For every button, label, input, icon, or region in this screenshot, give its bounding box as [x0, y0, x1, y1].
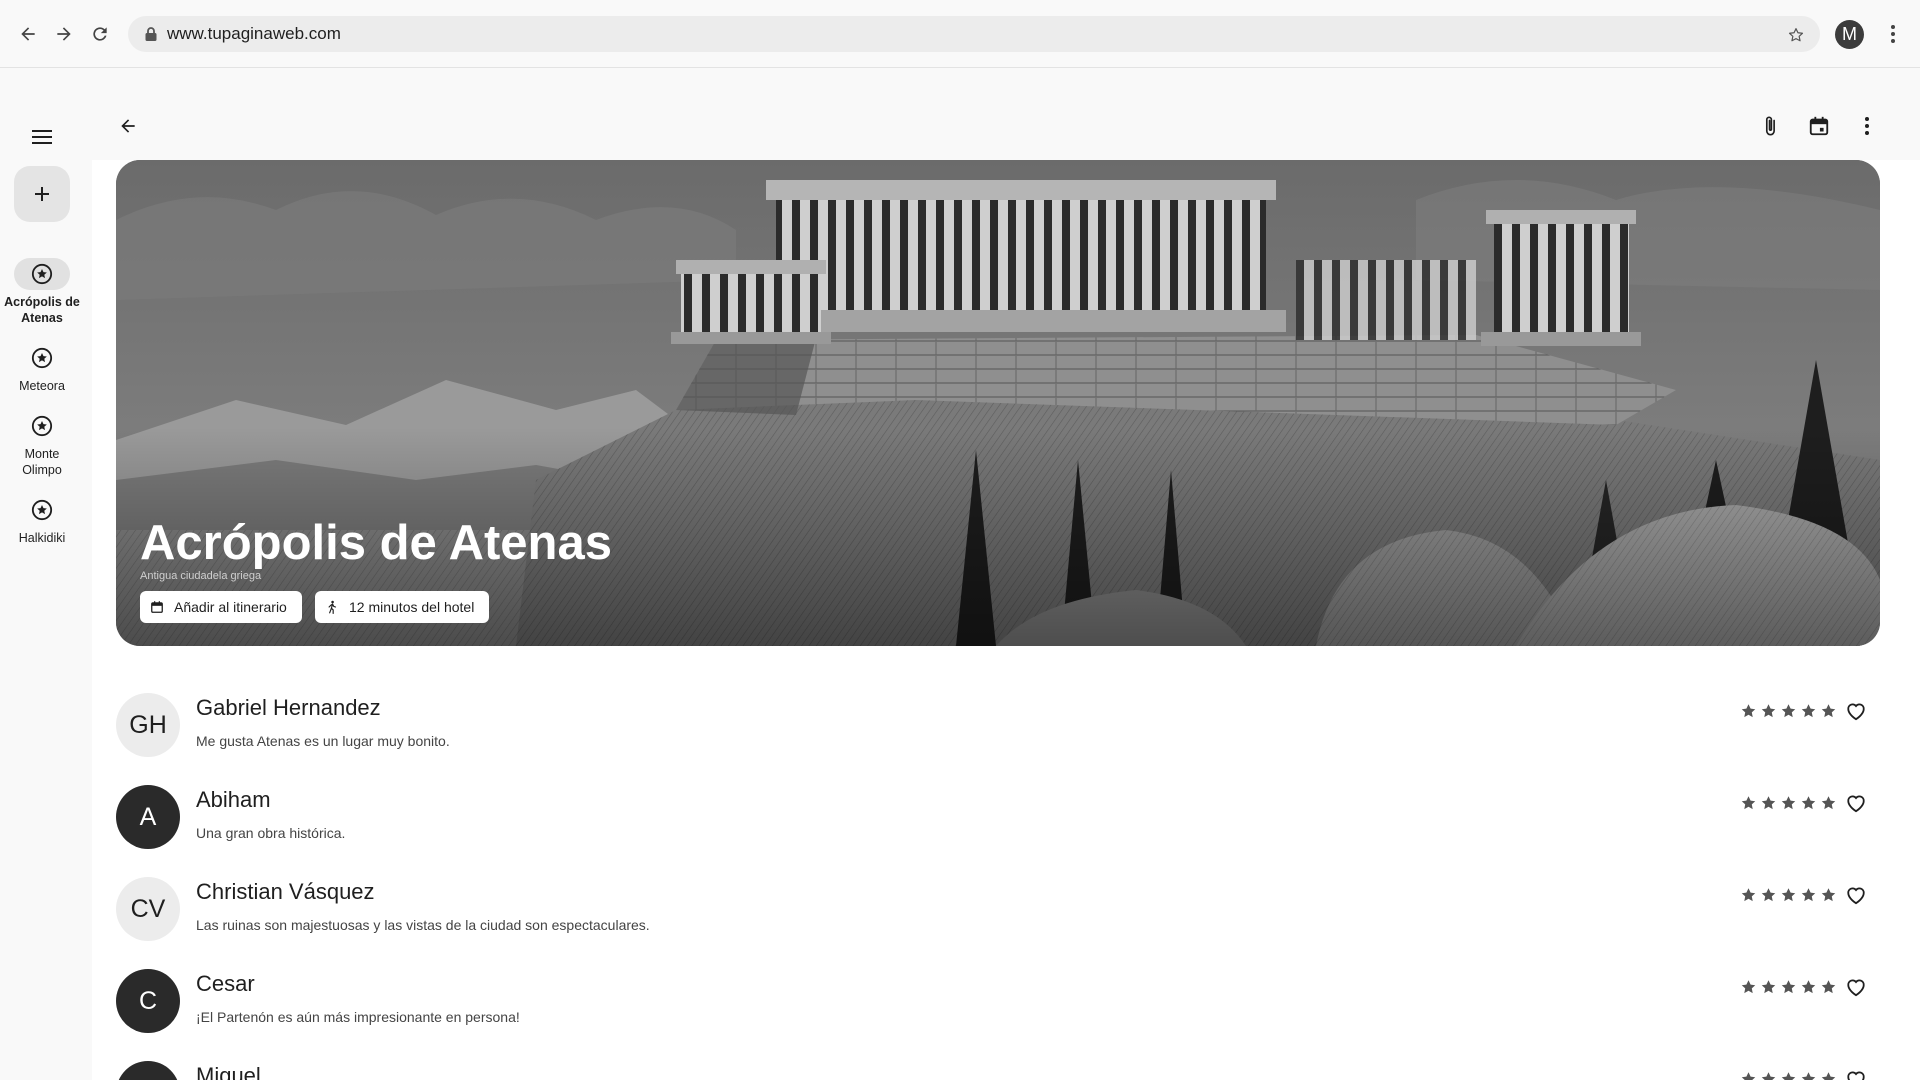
star-icon	[1761, 980, 1776, 994]
attachment-icon[interactable]	[1754, 110, 1786, 142]
star-icon	[1781, 980, 1796, 994]
heart-icon[interactable]	[1842, 973, 1870, 1001]
star-icon	[1741, 888, 1756, 902]
walking-icon	[328, 600, 337, 614]
review-text: Una gran obra histórica.	[196, 825, 346, 841]
rail-item-label: Acrópolis de Atenas	[4, 295, 80, 325]
forward-arrow-icon[interactable]	[48, 18, 80, 50]
review-text: ¡El Partenón es aún más impresionante en…	[196, 1009, 520, 1025]
reload-icon[interactable]	[84, 18, 116, 50]
reviewer-name: Abiham	[196, 787, 271, 812]
review-item[interactable]: C Cesar ¡El Partenón es aún más impresio…	[116, 944, 1880, 1036]
star-icon	[1821, 704, 1836, 718]
rail-item-meteora[interactable]: Meteora	[0, 342, 84, 394]
reviewer-name: Gabriel Hernandez	[196, 695, 381, 720]
chip-label: Añadir al itinerario	[174, 599, 287, 615]
review-text: Me gusta Atenas es un lugar muy bonito.	[196, 733, 450, 749]
avatar	[116, 1061, 180, 1080]
star-icon	[1781, 796, 1796, 810]
acropolis-illustration	[116, 160, 1880, 646]
hamburger-menu-icon[interactable]	[28, 123, 56, 151]
star-icon	[1781, 888, 1796, 902]
star-icon	[1821, 796, 1836, 810]
reviewer-name: Christian Vásquez	[196, 879, 375, 904]
star-circle-icon	[14, 258, 70, 290]
lock-icon	[144, 26, 158, 42]
heart-icon[interactable]	[1842, 789, 1870, 817]
review-item[interactable]: GH Gabriel Hernandez Me gusta Atenas es …	[116, 668, 1880, 760]
rail-item-label: Halkidiki	[18, 531, 66, 545]
star-icon	[1801, 704, 1816, 718]
star-icon	[1821, 980, 1836, 994]
review-item[interactable]: Miguel	[116, 1036, 1880, 1080]
heart-icon[interactable]	[1842, 1065, 1870, 1080]
avatar: GH	[116, 693, 180, 757]
place-subtitle: Antigua ciudadela griega	[140, 570, 262, 582]
rail-item-monte-olimpo[interactable]: Monte Olimpo	[0, 410, 84, 478]
star-rating	[1739, 702, 1839, 720]
reviewer-name: Cesar	[196, 971, 255, 996]
star-icon	[1801, 1072, 1816, 1080]
place-title: Acrópolis de Atenas	[140, 516, 612, 570]
url-text[interactable]: www.tupaginaweb.com	[167, 24, 341, 44]
star-circle-icon	[14, 342, 70, 374]
profile-avatar[interactable]: M	[1835, 20, 1864, 49]
star-rating	[1739, 794, 1839, 812]
star-circle-icon	[14, 494, 70, 526]
star-icon	[1801, 888, 1816, 902]
bookmark-star-icon[interactable]	[1784, 23, 1808, 47]
chip-label: 12 minutos del hotel	[349, 599, 475, 615]
avatar: A	[116, 785, 180, 849]
review-item[interactable]: A Abiham Una gran obra histórica.	[116, 760, 1880, 852]
heart-icon[interactable]	[1842, 697, 1870, 725]
review-text: Las ruinas son majestuosas y las vistas …	[196, 917, 650, 933]
star-icon	[1741, 704, 1756, 718]
star-icon	[1761, 1072, 1776, 1080]
star-icon	[1741, 980, 1756, 994]
rail-item-label: Monte Olimpo	[22, 447, 62, 477]
browser-menu-icon[interactable]	[1879, 20, 1907, 48]
avatar: C	[116, 969, 180, 1033]
add-fab-button[interactable]	[14, 166, 70, 222]
hero-banner: Acrópolis de Atenas Antigua ciudadela gr…	[116, 160, 1880, 646]
calendar-icon[interactable]	[1803, 110, 1835, 142]
star-icon	[1781, 1072, 1796, 1080]
star-icon	[1801, 796, 1816, 810]
top-app-bar	[92, 68, 1920, 160]
more-vert-icon[interactable]	[1851, 110, 1883, 142]
distance-chip[interactable]: 12 minutos del hotel	[315, 591, 490, 623]
add-to-itinerary-chip[interactable]: Añadir al itinerario	[140, 591, 302, 623]
star-icon	[1761, 796, 1776, 810]
browser-toolbar: www.tupaginaweb.com M	[0, 0, 1920, 68]
star-icon	[1801, 980, 1816, 994]
address-bar[interactable]: www.tupaginaweb.com	[128, 16, 1820, 52]
calendar-icon	[151, 601, 163, 613]
star-rating	[1739, 886, 1839, 904]
main-content: Acrópolis de Atenas Antigua ciudadela gr…	[92, 68, 1920, 1080]
avatar: CV	[116, 877, 180, 941]
star-icon	[1821, 1072, 1836, 1080]
rail-item-halkidiki[interactable]: Halkidiki	[0, 494, 84, 546]
back-arrow-icon[interactable]	[112, 110, 144, 142]
star-rating	[1739, 1070, 1839, 1080]
star-icon	[1821, 888, 1836, 902]
star-icon	[1781, 704, 1796, 718]
star-icon	[1761, 704, 1776, 718]
navigation-rail: Acrópolis de Atenas Meteora Monte Olimpo…	[0, 68, 92, 1080]
reviewer-name: Miguel	[196, 1063, 261, 1080]
review-item[interactable]: CV Christian Vásquez Las ruinas son maje…	[116, 852, 1880, 944]
heart-icon[interactable]	[1842, 881, 1870, 909]
back-arrow-icon[interactable]	[12, 18, 44, 50]
plus-icon	[35, 187, 49, 201]
star-circle-icon	[14, 410, 70, 442]
rail-item-label: Meteora	[19, 379, 65, 393]
star-icon	[1741, 796, 1756, 810]
rail-item-acropolis[interactable]: Acrópolis de Atenas	[0, 258, 84, 326]
star-rating	[1739, 978, 1839, 996]
star-icon	[1761, 888, 1776, 902]
star-icon	[1741, 1072, 1756, 1080]
